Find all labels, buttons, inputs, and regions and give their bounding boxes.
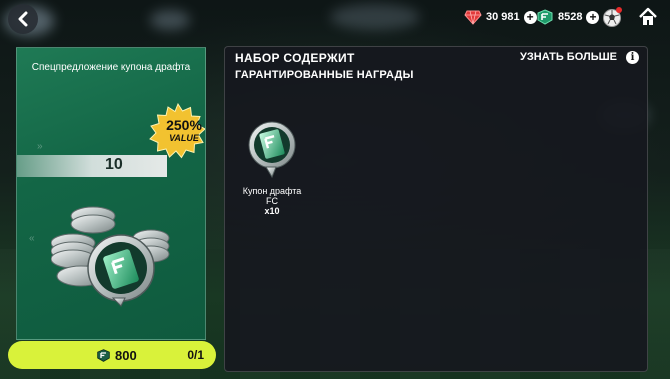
purchase-limit: 0/1 [187,348,204,362]
learn-more-link[interactable]: УЗНАТЬ БОЛЬШЕ [520,51,617,63]
offer-quantity: 10 [105,156,123,173]
buy-price: 800 [115,347,137,363]
buy-button[interactable]: 800 0/1 [8,341,216,369]
stadium-light [330,4,420,30]
stadium-light [150,10,190,30]
points-amount: 30 981 [486,11,520,23]
coins-amount: 8528 [558,11,583,23]
draft-coupon-icon [248,121,296,179]
chevron-left-icon [18,11,28,27]
add-coins-button[interactable]: + [586,10,600,24]
home-button[interactable] [636,5,660,29]
offer-card[interactable]: Спецпредложение купона драфта » » « 10 2… [16,47,206,340]
decorative-arrows: » [37,141,44,152]
badge-label: VALUE [169,133,199,143]
pack-contents-panel: НАБОР СОДЕРЖИТ УЗНАТЬ БОЛЬШЕ i ГАРАНТИРО… [224,46,648,372]
back-button[interactable] [8,4,38,34]
offer-title: Спецпредложение купона драфта [31,62,191,73]
football-icon [603,7,622,27]
points-balance: 30 981 + [464,8,537,26]
reward-name: Купон драфта FC [242,186,302,206]
quantity-strip [17,155,167,177]
badge-percent: 250% [166,117,202,133]
decorative-arrows: « [29,233,36,244]
coupon-stack-icon [51,206,170,307]
coins-balance: 8528 + [536,8,600,26]
guaranteed-rewards-heading: ГАРАНТИРОВАННЫЕ НАГРАДЫ [235,69,414,81]
objectives-button[interactable] [600,5,624,29]
panel-title: НАБОР СОДЕРЖИТ [235,51,355,65]
fc-coin-icon [537,9,553,25]
reward-item[interactable]: Купон драфта FC x10 [237,119,307,216]
gem-icon [464,10,482,25]
notification-dot [616,7,622,13]
home-icon [639,7,657,25]
add-points-button[interactable]: + [523,10,537,24]
reward-quantity: x10 [264,206,280,216]
info-icon[interactable]: i [626,51,639,64]
fc-coin-icon [97,348,110,362]
